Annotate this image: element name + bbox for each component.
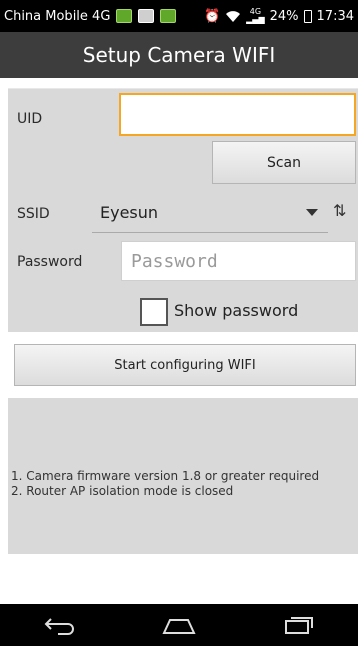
- scan-button[interactable]: Scan: [212, 141, 356, 184]
- home-icon: [162, 619, 196, 634]
- refresh-icon[interactable]: ⇅: [333, 201, 346, 220]
- show-password-checkbox[interactable]: [140, 298, 168, 326]
- page-title-bar: Setup Camera WIFI: [0, 32, 358, 78]
- status-bar: China Mobile 4G ⏰ 4G ▂▄▆ 24% 17:34: [0, 0, 358, 32]
- password-input[interactable]: Password: [121, 241, 356, 281]
- signal-icon: 4G ▂▄▆: [246, 7, 265, 24]
- clock: 17:34: [316, 8, 354, 24]
- recent-apps-icon: [285, 617, 314, 634]
- info-panel: 1. Camera firmware version 1.8 or greate…: [8, 398, 358, 554]
- ssid-label: SSID: [17, 206, 50, 222]
- uid-input[interactable]: [119, 93, 356, 136]
- scan-button-label: Scan: [266, 154, 302, 171]
- uid-label: UID: [17, 111, 43, 127]
- requirements-text: 1. Camera firmware version 1.8 or greate…: [11, 469, 356, 499]
- back-icon: [44, 618, 74, 635]
- notification-icon: [116, 9, 133, 23]
- start-configuring-label: Start configuring WIFI: [114, 357, 256, 373]
- password-label: Password: [17, 254, 83, 270]
- system-nav-bar: [0, 604, 358, 646]
- alarm-icon: ⏰: [203, 8, 221, 24]
- page-title: Setup Camera WIFI: [82, 43, 276, 67]
- config-form: UID Scan SSID Eyesun ⇅ Password Password…: [8, 88, 358, 332]
- start-configuring-button[interactable]: Start configuring WIFI: [14, 344, 356, 386]
- requirement-line: 1. Camera firmware version 1.8 or greate…: [11, 469, 320, 483]
- ssid-value: Eyesun: [100, 203, 159, 222]
- dropdown-arrow-icon: [306, 209, 318, 216]
- wifi-icon: [226, 10, 241, 22]
- home-button[interactable]: [149, 604, 209, 646]
- battery-percent: 24%: [269, 8, 299, 24]
- battery-icon: [303, 9, 312, 23]
- back-button[interactable]: [30, 604, 90, 646]
- show-password-label[interactable]: Show password: [174, 301, 298, 320]
- ssid-dropdown[interactable]: Eyesun: [92, 193, 328, 233]
- password-placeholder: Password: [131, 250, 218, 272]
- notification-icon: [160, 9, 177, 23]
- image-icon: [138, 9, 155, 23]
- signal-label: 4G: [249, 7, 262, 16]
- carrier-label: China Mobile 4G: [4, 8, 111, 24]
- requirement-line: 2. Router AP isolation mode is closed: [11, 484, 234, 498]
- recent-apps-button[interactable]: [268, 604, 328, 646]
